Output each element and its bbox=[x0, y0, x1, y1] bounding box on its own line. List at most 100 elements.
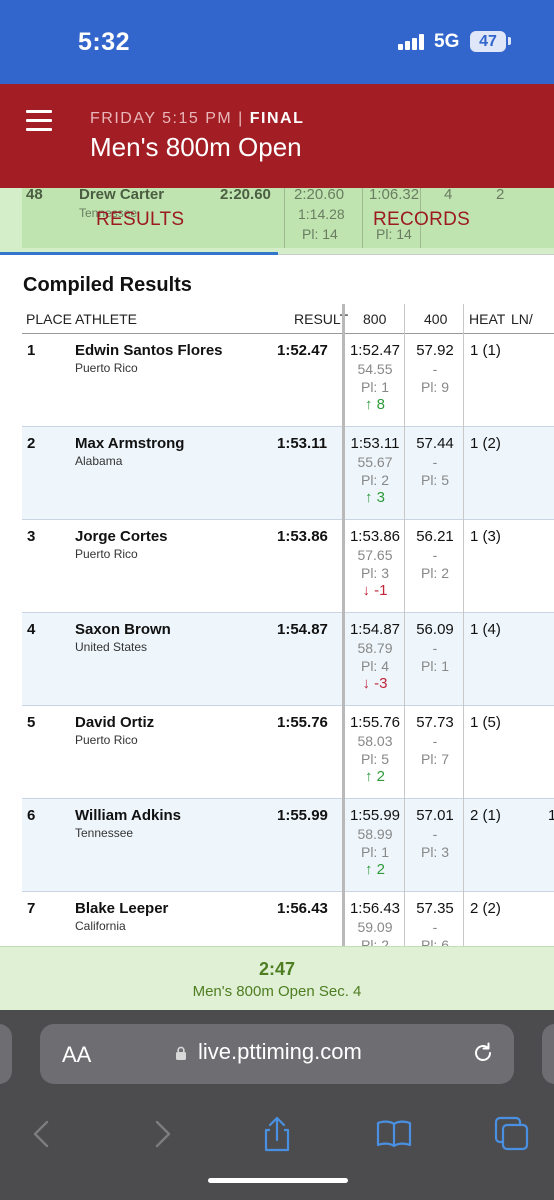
split-400-time: 57.73 bbox=[416, 714, 454, 731]
split-400-time: 56.09 bbox=[416, 621, 454, 638]
split-800-place: Pl: 2 bbox=[360, 937, 389, 946]
next-tab-peek[interactable] bbox=[542, 1024, 554, 1084]
athlete-team: California bbox=[75, 919, 126, 933]
heat: 1 (1) bbox=[470, 342, 501, 359]
split-400-cell: 57.92 - Pl: 9 bbox=[406, 342, 464, 396]
col-lane[interactable]: LN/ bbox=[511, 311, 533, 327]
browser-toolbar: AA live.pttiming.com bbox=[0, 1010, 554, 1200]
athlete-name[interactable]: Blake Leeper bbox=[75, 900, 168, 917]
reader-aa-button[interactable]: AA bbox=[62, 1042, 91, 1068]
active-tab-indicator bbox=[0, 252, 278, 255]
tab-results[interactable]: RESULTS bbox=[96, 209, 184, 231]
split-800-lap: 54.55 bbox=[357, 361, 393, 377]
split-400-place: Pl: 9 bbox=[420, 379, 449, 395]
col-athlete[interactable]: ATHLETE bbox=[75, 311, 137, 327]
position-change: ↓ -1 bbox=[362, 582, 388, 599]
split-400-place: Pl: 6 bbox=[420, 937, 449, 946]
col-result[interactable]: RESULT bbox=[294, 311, 348, 327]
split-400-lap: - bbox=[432, 826, 438, 842]
athlete-name[interactable]: David Ortiz bbox=[75, 714, 154, 731]
col-split-800[interactable]: 800 bbox=[363, 311, 386, 327]
tab-records[interactable]: RECORDS bbox=[373, 209, 470, 231]
col-place[interactable]: PLACE bbox=[26, 311, 72, 327]
peek-lane: 2 bbox=[496, 188, 505, 203]
split-400-time: 57.44 bbox=[416, 435, 454, 452]
split-400-cell: 57.73 - Pl: 7 bbox=[406, 714, 464, 768]
countdown-time: 2:47 bbox=[258, 959, 296, 979]
lock-icon bbox=[176, 1046, 186, 1060]
url-text[interactable]: live.pttiming.com bbox=[198, 1039, 362, 1065]
prev-tab-peek[interactable] bbox=[0, 1024, 12, 1084]
split-400-lap: - bbox=[432, 733, 438, 749]
athlete-name[interactable]: Jorge Cortes bbox=[75, 528, 168, 545]
split-800-place: Pl: 2 bbox=[360, 472, 389, 488]
table-row[interactable]: 6 William Adkins Tennessee 1:55.99 1:55.… bbox=[22, 799, 554, 892]
address-bar[interactable]: AA live.pttiming.com bbox=[40, 1024, 514, 1084]
heat: 1 (2) bbox=[470, 435, 501, 452]
place: 7 bbox=[27, 900, 36, 917]
athlete-team: Puerto Rico bbox=[75, 361, 138, 375]
column-divider bbox=[342, 304, 345, 946]
col-split-400[interactable]: 400 bbox=[424, 311, 447, 327]
col-heat[interactable]: HEAT bbox=[469, 311, 505, 327]
split-400-lap: - bbox=[432, 640, 438, 656]
peek-split-800: 2:20.60 bbox=[294, 188, 345, 203]
table-row[interactable]: 4 Saxon Brown United States 1:54.87 1:54… bbox=[22, 613, 554, 706]
heat: 1 (5) bbox=[470, 714, 501, 731]
place: 1 bbox=[27, 342, 36, 359]
reload-icon[interactable] bbox=[470, 1040, 496, 1066]
split-400-place: Pl: 7 bbox=[420, 751, 449, 767]
athlete-name[interactable]: William Adkins bbox=[75, 807, 181, 824]
table-row[interactable]: 3 Jorge Cortes Puerto Rico 1:53.86 1:53.… bbox=[22, 520, 554, 613]
menu-icon[interactable] bbox=[26, 110, 52, 132]
table-row[interactable]: 7 Blake Leeper California 1:56.43 1:56.4… bbox=[22, 892, 554, 946]
lane: 1 bbox=[548, 807, 554, 824]
split-400-lap: - bbox=[432, 361, 438, 377]
place: 4 bbox=[27, 621, 36, 638]
athlete-team: Puerto Rico bbox=[75, 547, 138, 561]
peek-athlete: Drew Carter bbox=[79, 188, 165, 203]
bookmarks-icon[interactable] bbox=[374, 1114, 414, 1154]
peek-divider bbox=[362, 188, 363, 248]
athlete-name[interactable]: Saxon Brown bbox=[75, 621, 171, 638]
split-800-time: 1:55.99 bbox=[349, 807, 401, 824]
split-800-place: Pl: 3 bbox=[360, 565, 389, 581]
position-change: ↓ -3 bbox=[362, 675, 388, 692]
athlete-team: Alabama bbox=[75, 454, 123, 468]
share-icon[interactable] bbox=[257, 1114, 297, 1154]
next-event-banner[interactable]: 2:47 Men's 800m Open Sec. 4 bbox=[0, 946, 554, 1010]
split-400-cell: 57.01 - Pl: 3 bbox=[406, 807, 464, 861]
split-800-place: Pl: 4 bbox=[360, 658, 389, 674]
table-row[interactable]: 5 David Ortiz Puerto Rico 1:55.76 1:55.7… bbox=[22, 706, 554, 799]
split-400-cell: 56.09 - Pl: 1 bbox=[406, 621, 464, 675]
peek-split-800-place: Pl: 14 bbox=[302, 226, 338, 242]
split-800-cell: 1:55.99 58.99 Pl: 1 ↑ 2 bbox=[344, 807, 406, 879]
result-time: 1:53.86 bbox=[277, 528, 328, 545]
split-800-lap: 58.79 bbox=[357, 640, 393, 656]
athlete-name[interactable]: Edwin Santos Flores bbox=[75, 342, 223, 359]
heat: 2 (1) bbox=[470, 807, 501, 824]
event-title: Men's 800m Open bbox=[90, 132, 302, 162]
back-icon[interactable] bbox=[22, 1114, 62, 1154]
split-400-place: Pl: 1 bbox=[420, 658, 449, 674]
tabs-icon[interactable] bbox=[492, 1114, 532, 1154]
athlete-name[interactable]: Max Armstrong bbox=[75, 435, 184, 452]
split-800-time: 1:54.87 bbox=[349, 621, 401, 638]
results-table: 1 Edwin Santos Flores Puerto Rico 1:52.4… bbox=[22, 334, 554, 946]
split-800-cell: 1:53.11 55.67 Pl: 2 ↑ 3 bbox=[344, 435, 406, 507]
split-800-lap: 59.09 bbox=[357, 919, 393, 935]
forward-icon[interactable] bbox=[142, 1114, 182, 1154]
place: 5 bbox=[27, 714, 36, 731]
position-change: ↑ 3 bbox=[364, 489, 385, 506]
result-time: 1:56.43 bbox=[277, 900, 328, 917]
split-400-cell: 57.44 - Pl: 5 bbox=[406, 435, 464, 489]
battery-icon: 47 bbox=[470, 31, 506, 52]
table-row[interactable]: 1 Edwin Santos Flores Puerto Rico 1:52.4… bbox=[22, 334, 554, 427]
place: 6 bbox=[27, 807, 36, 824]
split-800-cell: 1:53.86 57.65 Pl: 3 ↓ -1 bbox=[344, 528, 406, 600]
split-400-place: Pl: 5 bbox=[420, 472, 449, 488]
split-400-cell: 56.21 - Pl: 2 bbox=[406, 528, 464, 582]
split-400-lap: - bbox=[432, 454, 438, 470]
table-row[interactable]: 2 Max Armstrong Alabama 1:53.11 1:53.11 5… bbox=[22, 427, 554, 520]
result-time: 1:54.87 bbox=[277, 621, 328, 638]
